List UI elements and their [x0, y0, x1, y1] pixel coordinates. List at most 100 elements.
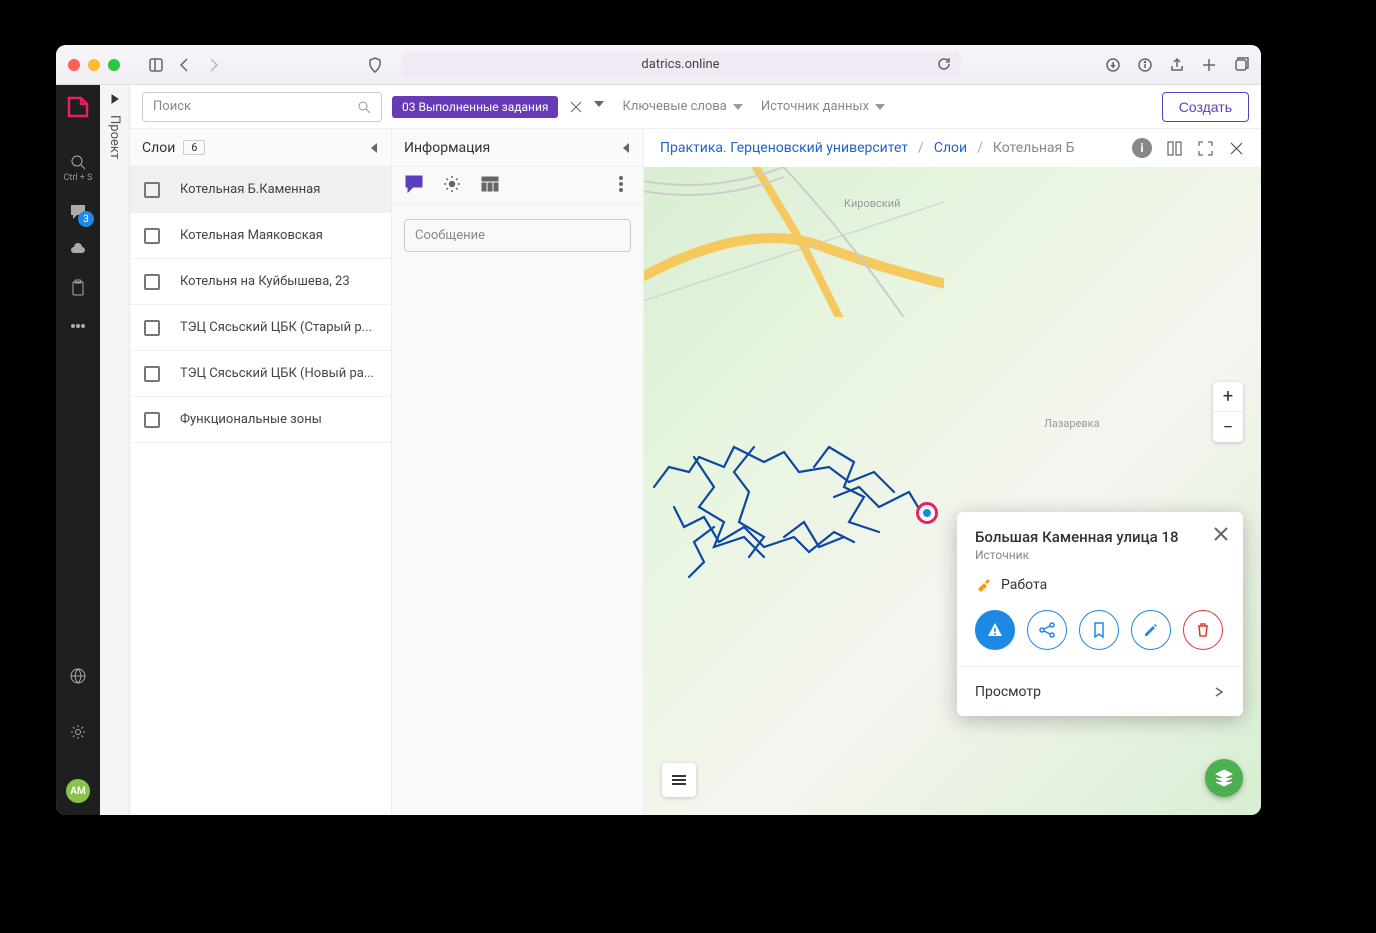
- url-text: datrics.online: [641, 57, 719, 72]
- search-icon: [357, 100, 371, 114]
- layer-checkbox[interactable]: [144, 274, 160, 290]
- browser-titlebar: datrics.online: [56, 45, 1261, 85]
- fullscreen-icon[interactable]: [1197, 140, 1214, 157]
- vtab-label: Проект: [107, 115, 122, 159]
- reload-icon[interactable]: [937, 57, 953, 73]
- map-panel: Практика. Герценовский университет / Сло…: [644, 129, 1261, 815]
- chip-close-icon[interactable]: [568, 99, 584, 115]
- rail-clipboard[interactable]: [56, 279, 100, 297]
- info-panel: Информация Сообщение: [392, 129, 644, 815]
- pipeline-layer: [644, 407, 954, 587]
- create-button[interactable]: Создать: [1162, 92, 1249, 122]
- window-minimize-button[interactable]: [88, 59, 100, 71]
- popup-close-icon[interactable]: [1213, 526, 1229, 542]
- app-logo-icon: [66, 95, 90, 119]
- layer-label: Котельная Маяковская: [180, 228, 323, 243]
- layer-item[interactable]: Функциональные зоны: [130, 397, 391, 443]
- rail-cloud[interactable]: [56, 241, 100, 259]
- layer-item[interactable]: Котельня на Куйбышева, 23: [130, 259, 391, 305]
- chevron-down-icon: [875, 102, 885, 112]
- collapse-icon[interactable]: [369, 143, 379, 153]
- chevron-right-icon: [1213, 686, 1225, 698]
- share-icon[interactable]: [1169, 57, 1185, 73]
- layer-checkbox[interactable]: [144, 228, 160, 244]
- breadcrumb-layers-link[interactable]: Слои: [934, 140, 967, 156]
- action-warning-button[interactable]: [975, 610, 1015, 650]
- zoom-out-button[interactable]: −: [1213, 412, 1243, 442]
- map-info-icon[interactable]: i: [1132, 138, 1152, 158]
- layers-panel: Слои 6 Котельная Б.Каменная Котельная Ма…: [130, 129, 392, 815]
- sidebar-toggle-icon[interactable]: [148, 57, 164, 73]
- main-toolbar: Поиск 03 Выполненные задания Ключевые сл…: [130, 85, 1261, 129]
- breadcrumb-project-link[interactable]: Практика. Герценовский университет: [660, 140, 908, 156]
- task-chip[interactable]: 03 Выполненные задания: [392, 96, 558, 118]
- left-rail: Ctrl + S 3 АМ: [56, 85, 100, 815]
- layer-item[interactable]: ТЭЦ Сясьский ЦБК (Новый ра...: [130, 351, 391, 397]
- zoom-in-button[interactable]: +: [1213, 382, 1243, 412]
- hammer-icon: [975, 576, 993, 594]
- action-delete-button[interactable]: [1183, 610, 1223, 650]
- layer-checkbox[interactable]: [144, 412, 160, 428]
- info-title: Информация: [404, 140, 490, 156]
- layer-checkbox[interactable]: [144, 366, 160, 382]
- map-roads: [644, 167, 944, 317]
- user-avatar[interactable]: АМ: [66, 779, 90, 803]
- layer-item[interactable]: ТЭЦ Сясьский ЦБК (Старый р...: [130, 305, 391, 351]
- info-tab-grid[interactable]: [480, 174, 500, 198]
- chevron-down-icon: [733, 102, 743, 112]
- info-header: Информация: [392, 129, 643, 167]
- close-icon[interactable]: [1228, 140, 1245, 157]
- map-marker[interactable]: [916, 502, 938, 524]
- map-label: Кировский: [844, 197, 900, 210]
- layer-label: Котельная Б.Каменная: [180, 182, 320, 197]
- info-tab-settings[interactable]: [442, 174, 462, 198]
- rail-globe[interactable]: [56, 667, 100, 685]
- feature-popup: Большая Каменная улица 18 Источник Работ…: [957, 512, 1243, 716]
- popup-tag: Работа: [975, 576, 1225, 594]
- datasource-dropdown[interactable]: Источник данных: [761, 99, 885, 114]
- search-shortcut-label: Ctrl + S: [64, 173, 93, 183]
- keywords-dropdown[interactable]: Ключевые слова: [622, 99, 742, 114]
- action-edit-button[interactable]: [1131, 610, 1171, 650]
- privacy-shield-icon[interactable]: [367, 57, 383, 73]
- layers-header: Слои 6: [130, 129, 391, 167]
- layers-fab[interactable]: [1205, 759, 1243, 797]
- layers-title: Слои: [142, 140, 175, 156]
- rail-settings[interactable]: [56, 723, 100, 741]
- layer-checkbox[interactable]: [144, 320, 160, 336]
- zoom-control: + −: [1213, 382, 1243, 442]
- chat-badge: 3: [78, 211, 94, 227]
- chip-dropdown-icon[interactable]: [594, 99, 604, 115]
- back-icon[interactable]: [176, 57, 192, 73]
- info-tab-chat[interactable]: [404, 174, 424, 198]
- action-share-button[interactable]: [1027, 610, 1067, 650]
- search-input[interactable]: Поиск: [142, 92, 382, 122]
- map-label: Лазаревка: [1044, 417, 1100, 430]
- downloads-icon[interactable]: [1105, 57, 1121, 73]
- rail-more[interactable]: [56, 317, 100, 335]
- rail-search[interactable]: Ctrl + S: [56, 153, 100, 183]
- collapse-icon[interactable]: [621, 143, 631, 153]
- forward-icon[interactable]: [206, 57, 222, 73]
- layer-checkbox[interactable]: [144, 182, 160, 198]
- window-maximize-button[interactable]: [108, 59, 120, 71]
- message-input[interactable]: Сообщение: [404, 219, 631, 252]
- layer-label: ТЭЦ Сясьский ЦБК (Старый р...: [180, 320, 372, 335]
- map-menu-button[interactable]: [662, 763, 696, 797]
- breadcrumb-current: Котельная Б: [993, 140, 1075, 156]
- info-tab-more[interactable]: [611, 174, 631, 198]
- url-bar[interactable]: datrics.online: [401, 52, 961, 78]
- info-icon[interactable]: [1137, 57, 1153, 73]
- map-canvas[interactable]: Кировский Лазаревка: [644, 167, 1261, 815]
- rail-chat[interactable]: 3: [56, 203, 100, 221]
- popup-view-button[interactable]: Просмотр: [957, 666, 1243, 716]
- action-bookmark-button[interactable]: [1079, 610, 1119, 650]
- vertical-project-tab[interactable]: Проект: [100, 85, 130, 815]
- new-tab-icon[interactable]: [1201, 57, 1217, 73]
- compare-icon[interactable]: [1166, 140, 1183, 157]
- tabs-icon[interactable]: [1233, 57, 1249, 73]
- layer-item[interactable]: Котельная Б.Каменная: [130, 167, 391, 213]
- search-placeholder: Поиск: [153, 99, 357, 114]
- layer-item[interactable]: Котельная Маяковская: [130, 213, 391, 259]
- window-close-button[interactable]: [68, 59, 80, 71]
